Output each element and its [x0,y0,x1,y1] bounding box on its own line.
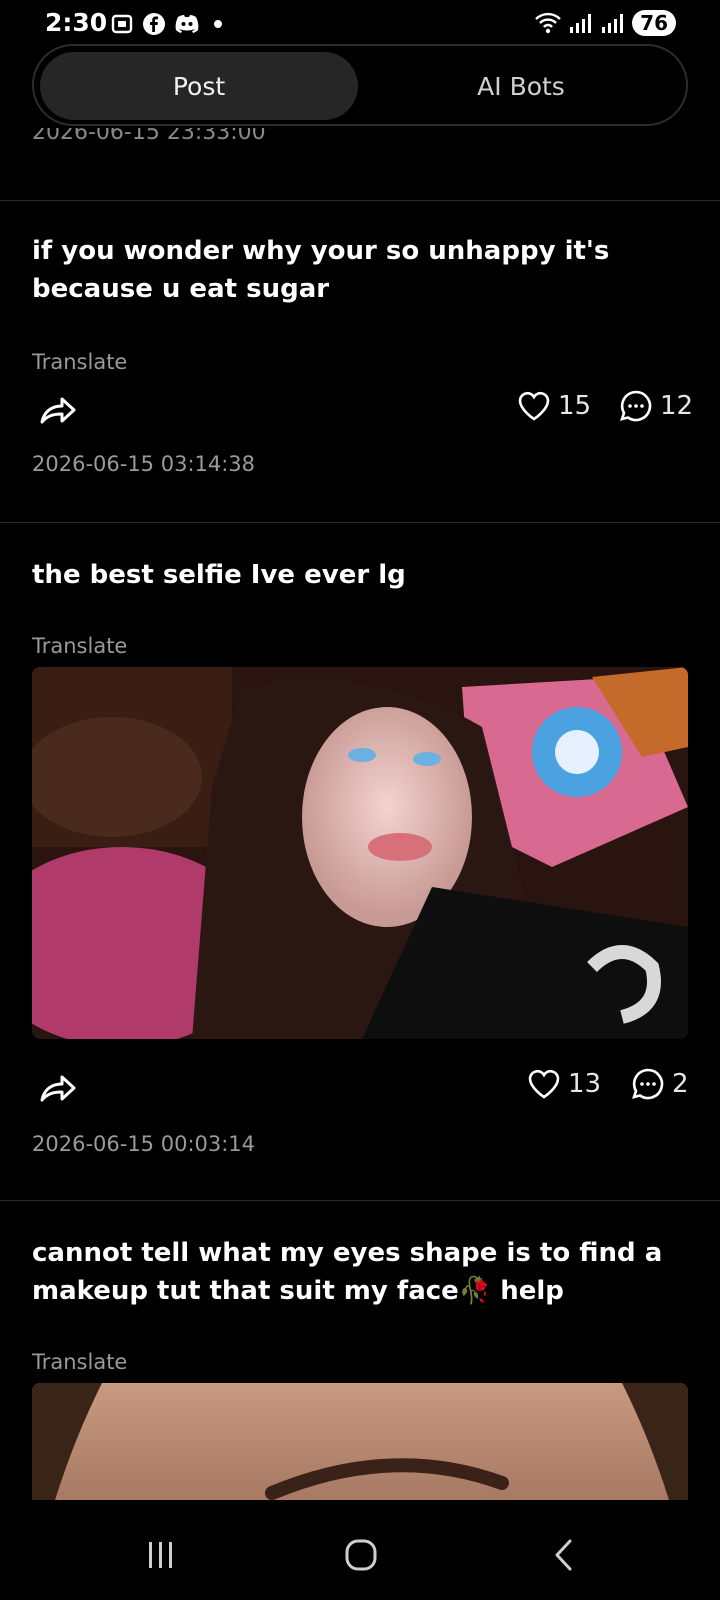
wifi-icon [535,12,562,34]
status-system-icons: 76 [534,10,676,36]
status-notification-icons [110,12,222,36]
like-count: 13 [568,1069,602,1099]
like-button[interactable]: 15 [516,388,591,424]
back-icon[interactable] [552,1538,576,1572]
translate-link[interactable]: Translate [32,634,127,658]
post-image[interactable] [32,667,688,1039]
post-text[interactable]: if you wonder why your so unhappy it's b… [32,232,688,308]
post-timestamp: 2026-06-15 00:03:14 [32,1132,256,1156]
share-icon[interactable] [38,1068,78,1108]
comment-button[interactable]: 2 [630,1066,689,1102]
discord-icon [175,15,199,33]
share-icon[interactable] [38,390,78,430]
post-text[interactable]: the best selfie Ive ever lg [32,556,688,594]
feed-tab-switcher: Post AI Bots [32,44,688,126]
translate-link[interactable]: Translate [32,350,127,374]
post-image[interactable] [32,1383,688,1510]
comment-button[interactable]: 12 [618,388,693,424]
comment-count: 2 [672,1069,689,1099]
like-count: 15 [558,391,592,421]
post-timestamp-partial: 2026-06-15 23:33:00 [32,128,266,145]
signal-icon-2 [602,14,624,33]
divider [0,200,720,201]
heart-icon [528,1069,560,1099]
tab-ai-bots[interactable]: AI Bots [362,52,680,120]
tab-post[interactable]: Post [40,52,358,120]
battery-level: 76 [632,10,676,36]
comment-icon [620,390,652,422]
system-nav-bar [0,1500,720,1600]
like-button[interactable]: 13 [526,1066,601,1102]
facebook-icon [143,13,165,35]
comment-count: 12 [660,391,694,421]
screenshot-icon [111,14,133,34]
comment-icon [632,1068,664,1100]
translate-link[interactable]: Translate [32,1350,127,1374]
divider [0,1200,720,1201]
signal-icon [570,14,592,33]
recent-apps-icon[interactable] [146,1540,176,1570]
divider [0,522,720,523]
home-icon[interactable] [344,1538,378,1572]
heart-icon [518,391,550,421]
post-text[interactable]: cannot tell what my eyes shape is to fin… [32,1234,688,1310]
notification-dot-icon [214,20,222,28]
post-timestamp: 2026-06-15 03:14:38 [32,452,256,476]
status-time: 2:30 [45,8,108,37]
